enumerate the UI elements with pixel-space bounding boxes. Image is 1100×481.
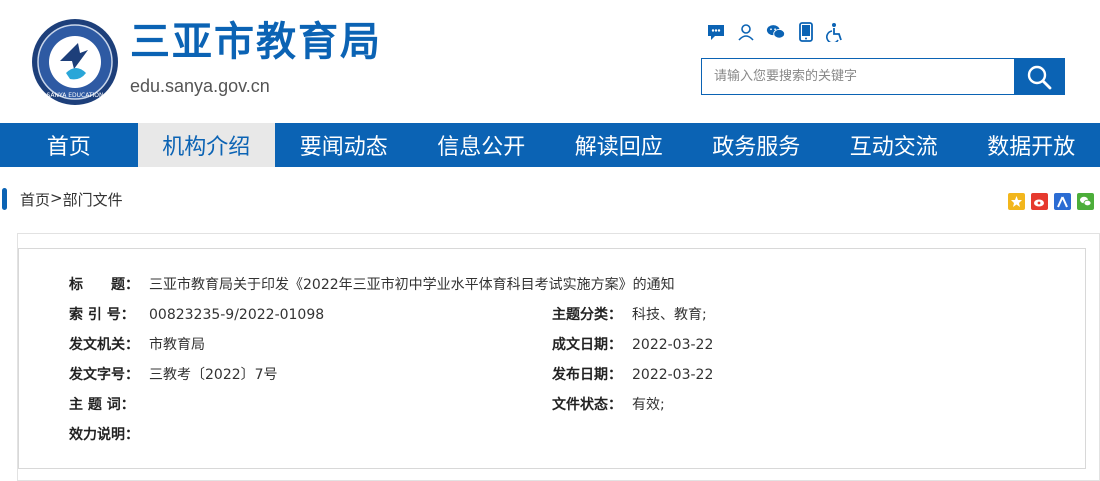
meta-row-index: 索 引 号： 00823235-9/2022-01098	[69, 305, 324, 325]
wechat-icon[interactable]	[766, 21, 786, 43]
wechat-share-icon[interactable]	[1077, 193, 1094, 210]
meta-title-value: 三亚市教育局关于印发《2022年三亚市初中学业水平体育科目考试实施方案》的通知	[149, 277, 675, 293]
logo-text: SANYA EDUCATION	[47, 92, 104, 99]
meta-title-label: 标 题：	[69, 277, 139, 293]
mobile-icon[interactable]	[796, 21, 816, 43]
document-info-panel: 标 题： 三亚市教育局关于印发《2022年三亚市初中学业水平体育科目考试实施方案…	[18, 248, 1086, 469]
renren-icon[interactable]	[1054, 193, 1071, 210]
meta-topic-value: 科技、教育;	[632, 307, 707, 323]
meta-row-title: 标 题： 三亚市教育局关于印发《2022年三亚市初中学业水平体育科目考试实施方案…	[69, 275, 675, 295]
meta-issuer-label: 发文机关：	[69, 337, 139, 353]
meta-row-validity: 效力说明：	[69, 425, 149, 445]
search-box	[701, 58, 1065, 95]
nav-item-home[interactable]: 首页	[0, 123, 138, 167]
meta-row-published: 发布日期： 2022-03-22	[552, 365, 713, 385]
toolbar-icons	[706, 21, 846, 43]
meta-status-label: 文件状态：	[552, 397, 622, 413]
search-button[interactable]	[1014, 59, 1064, 94]
site-logo[interactable]: SANYA EDUCATION	[30, 17, 120, 107]
search-input[interactable]	[702, 59, 1014, 94]
document-info-card: 标 题： 三亚市教育局关于印发《2022年三亚市初中学业水平体育科目考试实施方案…	[17, 233, 1100, 481]
chat-icon[interactable]	[706, 21, 726, 43]
breadcrumb: 首页 > 部门文件	[20, 189, 123, 210]
elder-mode-icon[interactable]	[826, 21, 846, 43]
meta-index-label: 索 引 号：	[69, 307, 135, 323]
nav-item-disclosure[interactable]: 信息公开	[413, 123, 551, 167]
meta-issuer-value: 市教育局	[149, 337, 205, 353]
nav-item-news[interactable]: 要闻动态	[275, 123, 413, 167]
qzone-icon[interactable]	[1008, 193, 1025, 210]
meta-row-topic: 主题分类： 科技、教育;	[552, 305, 707, 325]
meta-row-status: 文件状态： 有效;	[552, 395, 665, 415]
breadcrumb-separator: >	[50, 189, 63, 207]
meta-row-keywords: 主 题 词：	[69, 395, 149, 415]
meta-docno-value: 三教考〔2022〕7号	[149, 367, 278, 383]
weibo-icon[interactable]	[1031, 193, 1048, 210]
meta-published-label: 发布日期：	[552, 367, 622, 383]
user-icon[interactable]	[736, 21, 756, 43]
share-icons	[1008, 193, 1094, 210]
breadcrumb-current[interactable]: 部门文件	[63, 189, 123, 210]
nav-item-about[interactable]: 机构介绍	[137, 123, 275, 167]
meta-created-label: 成文日期：	[552, 337, 622, 353]
site-header: SANYA EDUCATION 三亚市教育局 edu.sanya.gov.cn	[0, 0, 1100, 123]
meta-index-value: 00823235-9/2022-01098	[149, 307, 325, 323]
nav-item-services[interactable]: 政务服务	[688, 123, 826, 167]
meta-keywords-label: 主 题 词：	[69, 397, 135, 413]
meta-docno-label: 发文字号：	[69, 367, 139, 383]
meta-row-created: 成文日期： 2022-03-22	[552, 335, 713, 355]
meta-published-value: 2022-03-22	[632, 367, 714, 383]
meta-topic-label: 主题分类：	[552, 307, 622, 323]
nav-item-interpretation[interactable]: 解读回应	[550, 123, 688, 167]
main-nav: 首页 机构介绍 要闻动态 信息公开 解读回应 政务服务 互动交流 数据开放	[0, 123, 1100, 167]
meta-validity-label: 效力说明：	[69, 427, 139, 443]
meta-row-docno: 发文字号： 三教考〔2022〕7号	[69, 365, 278, 385]
meta-created-value: 2022-03-22	[632, 337, 714, 353]
search-icon	[1027, 65, 1052, 89]
site-domain: edu.sanya.gov.cn	[130, 76, 270, 96]
meta-status-value: 有效;	[632, 397, 665, 413]
breadcrumb-home[interactable]: 首页	[20, 189, 50, 210]
breadcrumb-marker	[2, 188, 7, 210]
nav-item-open-data[interactable]: 数据开放	[963, 123, 1100, 167]
nav-item-interaction[interactable]: 互动交流	[825, 123, 963, 167]
site-title[interactable]: 三亚市教育局	[130, 16, 382, 68]
meta-row-issuer: 发文机关： 市教育局	[69, 335, 205, 355]
breadcrumb-bar: 首页 > 部门文件	[0, 167, 1100, 233]
